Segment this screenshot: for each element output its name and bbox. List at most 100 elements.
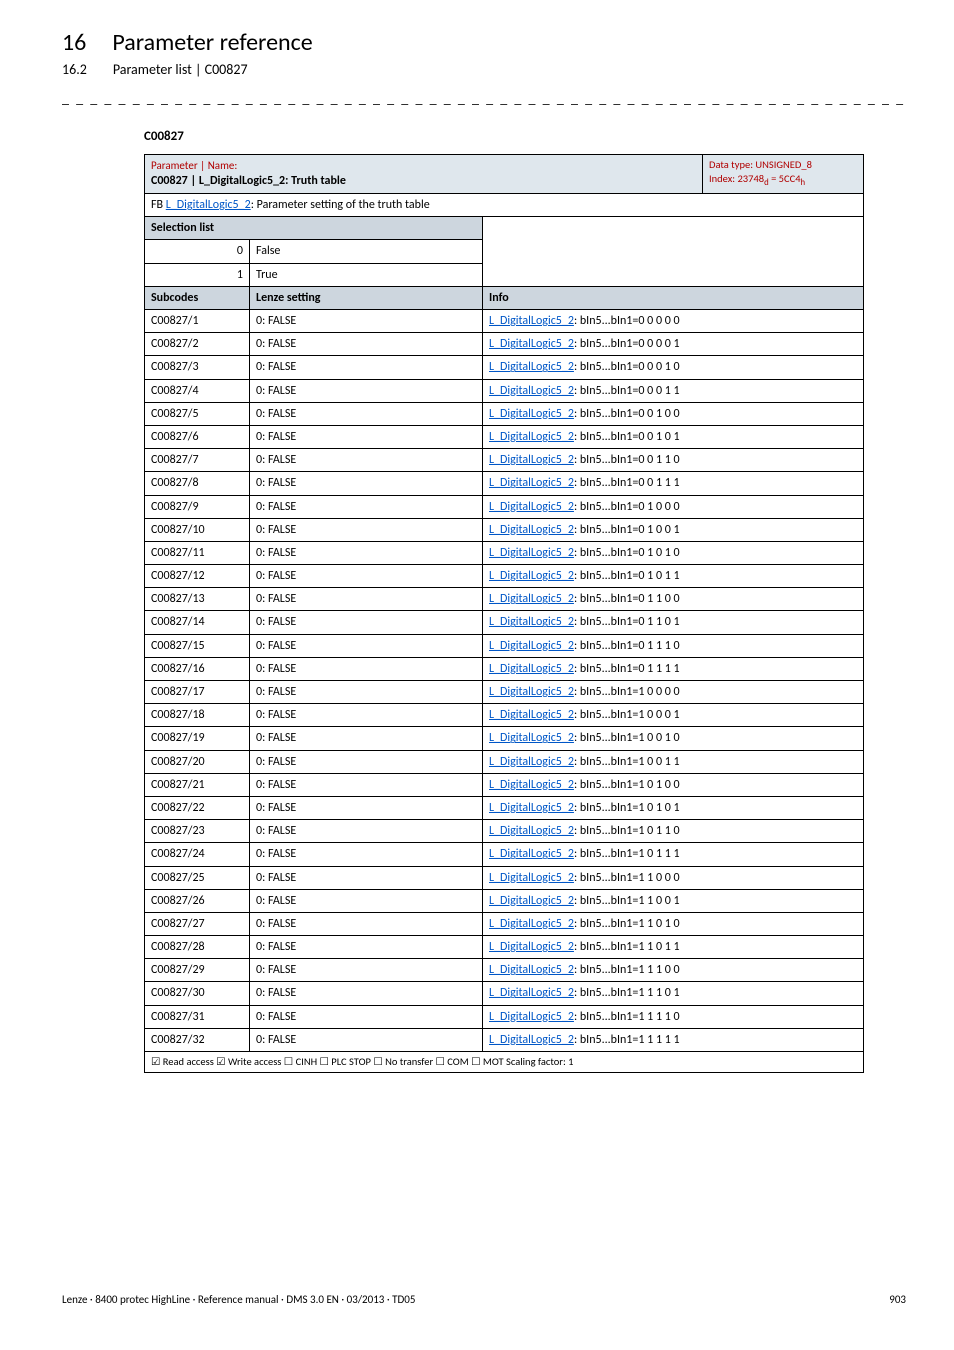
info-link[interactable]: L_DigitalLogic5_2 <box>489 615 574 629</box>
table-row: C00827/200: FALSEL_DigitalLogic5_2: bIn5… <box>145 750 864 773</box>
page-footer-right: 903 <box>889 1293 906 1306</box>
fb-prefix: FB <box>151 198 166 212</box>
info-link[interactable]: L_DigitalLogic5_2 <box>489 824 574 838</box>
table-row: C00827/300: FALSEL_DigitalLogic5_2: bIn5… <box>145 982 864 1005</box>
info-link[interactable]: L_DigitalLogic5_2 <box>489 1033 574 1047</box>
info-link[interactable]: L_DigitalLogic5_2 <box>489 523 574 537</box>
setting-cell: 0: FALSE <box>250 495 483 518</box>
table-row: C00827/280: FALSEL_DigitalLogic5_2: bIn5… <box>145 936 864 959</box>
info-cell: L_DigitalLogic5_2: bIn5...bIn1=0 1 0 0 0 <box>483 495 864 518</box>
setting-cell: 0: FALSE <box>250 402 483 425</box>
info-suffix: : bIn5...bIn1=1 0 0 0 0 <box>574 685 680 699</box>
setting-cell: 0: FALSE <box>250 773 483 796</box>
info-link[interactable]: L_DigitalLogic5_2 <box>489 569 574 583</box>
info-cell: L_DigitalLogic5_2: bIn5...bIn1=0 0 0 0 0 <box>483 310 864 333</box>
info-cell: L_DigitalLogic5_2: bIn5...bIn1=1 0 0 0 0 <box>483 681 864 704</box>
table-row: C00827/40: FALSEL_DigitalLogic5_2: bIn5.… <box>145 379 864 402</box>
table-row: C00827/140: FALSEL_DigitalLogic5_2: bIn5… <box>145 611 864 634</box>
info-link[interactable]: L_DigitalLogic5_2 <box>489 731 574 745</box>
info-link[interactable]: L_DigitalLogic5_2 <box>489 685 574 699</box>
info-link[interactable]: L_DigitalLogic5_2 <box>489 801 574 815</box>
table-row: C00827/80: FALSEL_DigitalLogic5_2: bIn5.… <box>145 472 864 495</box>
info-link[interactable]: L_DigitalLogic5_2 <box>489 708 574 722</box>
info-link[interactable]: L_DigitalLogic5_2 <box>489 662 574 676</box>
info-cell: L_DigitalLogic5_2: bIn5...bIn1=1 0 1 1 1 <box>483 843 864 866</box>
info-header: Info <box>483 286 864 309</box>
info-link[interactable]: L_DigitalLogic5_2 <box>489 778 574 792</box>
subcode-cell: C00827/24 <box>145 843 250 866</box>
table-row: C00827/260: FALSEL_DigitalLogic5_2: bIn5… <box>145 889 864 912</box>
info-link[interactable]: L_DigitalLogic5_2 <box>489 871 574 885</box>
info-cell: L_DigitalLogic5_2: bIn5...bIn1=0 1 0 1 1 <box>483 565 864 588</box>
info-link[interactable]: L_DigitalLogic5_2 <box>489 894 574 908</box>
info-cell: L_DigitalLogic5_2: bIn5...bIn1=1 0 1 1 0 <box>483 820 864 843</box>
table-row: C00827/70: FALSEL_DigitalLogic5_2: bIn5.… <box>145 449 864 472</box>
info-cell: L_DigitalLogic5_2: bIn5...bIn1=1 1 1 1 1 <box>483 1028 864 1051</box>
info-link[interactable]: L_DigitalLogic5_2 <box>489 755 574 769</box>
info-suffix: : bIn5...bIn1=0 1 0 0 1 <box>574 523 680 537</box>
info-link[interactable]: L_DigitalLogic5_2 <box>489 592 574 606</box>
info-suffix: : bIn5...bIn1=0 1 1 0 0 <box>574 592 680 606</box>
subcode-cell: C00827/17 <box>145 681 250 704</box>
info-link[interactable]: L_DigitalLogic5_2 <box>489 986 574 1000</box>
info-cell: L_DigitalLogic5_2: bIn5...bIn1=0 0 1 0 1 <box>483 425 864 448</box>
info-cell: L_DigitalLogic5_2: bIn5...bIn1=1 1 0 0 0 <box>483 866 864 889</box>
table-row: C00827/310: FALSEL_DigitalLogic5_2: bIn5… <box>145 1005 864 1028</box>
setting-cell: 0: FALSE <box>250 518 483 541</box>
info-link[interactable]: L_DigitalLogic5_2 <box>489 639 574 653</box>
datatype-line1: Data type: UNSIGNED_8 <box>709 158 812 171</box>
subcodes-header: Subcodes <box>145 286 250 309</box>
info-link[interactable]: L_DigitalLogic5_2 <box>489 940 574 954</box>
subcode-cell: C00827/27 <box>145 912 250 935</box>
subcode-cell: C00827/21 <box>145 773 250 796</box>
info-link[interactable]: L_DigitalLogic5_2 <box>489 453 574 467</box>
info-suffix: : bIn5...bIn1=1 0 1 1 1 <box>574 847 680 861</box>
info-suffix: : bIn5...bIn1=0 1 1 1 1 <box>574 662 680 676</box>
info-cell: L_DigitalLogic5_2: bIn5...bIn1=1 1 1 0 1 <box>483 982 864 1005</box>
info-link[interactable]: L_DigitalLogic5_2 <box>489 360 574 374</box>
fb-link[interactable]: L_DigitalLogic5_2 <box>166 198 251 212</box>
parameter-main: C00827 | L_DigitalLogic5_2: Truth table <box>151 174 346 188</box>
info-suffix: : bIn5...bIn1=0 1 1 1 0 <box>574 639 680 653</box>
info-cell: L_DigitalLogic5_2: bIn5...bIn1=1 0 1 0 1 <box>483 796 864 819</box>
table-row: C00827/190: FALSEL_DigitalLogic5_2: bIn5… <box>145 727 864 750</box>
selection-num: 1 <box>145 263 250 286</box>
info-link[interactable]: L_DigitalLogic5_2 <box>489 407 574 421</box>
table-row: C00827/150: FALSEL_DigitalLogic5_2: bIn5… <box>145 634 864 657</box>
info-link[interactable]: L_DigitalLogic5_2 <box>489 430 574 444</box>
table-row: C00827/160: FALSEL_DigitalLogic5_2: bIn5… <box>145 657 864 680</box>
info-link[interactable]: L_DigitalLogic5_2 <box>489 546 574 560</box>
table-row: C00827/30: FALSEL_DigitalLogic5_2: bIn5.… <box>145 356 864 379</box>
info-link[interactable]: L_DigitalLogic5_2 <box>489 847 574 861</box>
info-suffix: : bIn5...bIn1=0 0 1 0 1 <box>574 430 680 444</box>
selection-label: True <box>250 263 483 286</box>
info-link[interactable]: L_DigitalLogic5_2 <box>489 917 574 931</box>
info-link[interactable]: L_DigitalLogic5_2 <box>489 384 574 398</box>
setting-cell: 0: FALSE <box>250 541 483 564</box>
info-suffix: : bIn5...bIn1=0 1 0 1 0 <box>574 546 680 560</box>
info-link[interactable]: L_DigitalLogic5_2 <box>489 337 574 351</box>
info-cell: L_DigitalLogic5_2: bIn5...bIn1=1 0 0 1 0 <box>483 727 864 750</box>
info-cell: L_DigitalLogic5_2: bIn5...bIn1=0 0 1 1 0 <box>483 449 864 472</box>
parameter-name-cell: Parameter | Name: C00827 | L_DigitalLogi… <box>145 155 703 194</box>
setting-cell: 0: FALSE <box>250 588 483 611</box>
info-link[interactable]: L_DigitalLogic5_2 <box>489 500 574 514</box>
setting-cell: 0: FALSE <box>250 379 483 402</box>
info-suffix: : bIn5...bIn1=0 1 0 1 1 <box>574 569 680 583</box>
info-cell: L_DigitalLogic5_2: bIn5...bIn1=1 0 1 0 0 <box>483 773 864 796</box>
info-cell: L_DigitalLogic5_2: bIn5...bIn1=0 1 1 1 0 <box>483 634 864 657</box>
setting-cell: 0: FALSE <box>250 565 483 588</box>
info-suffix: : bIn5...bIn1=1 0 1 0 0 <box>574 778 680 792</box>
info-suffix: : bIn5...bIn1=0 0 0 1 0 <box>574 360 680 374</box>
info-cell: L_DigitalLogic5_2: bIn5...bIn1=0 0 0 1 0 <box>483 356 864 379</box>
subcode-cell: C00827/26 <box>145 889 250 912</box>
subcode-cell: C00827/16 <box>145 657 250 680</box>
setting-cell: 0: FALSE <box>250 310 483 333</box>
table-row: C00827/320: FALSEL_DigitalLogic5_2: bIn5… <box>145 1028 864 1051</box>
info-link[interactable]: L_DigitalLogic5_2 <box>489 963 574 977</box>
info-link[interactable]: L_DigitalLogic5_2 <box>489 1010 574 1024</box>
info-suffix: : bIn5...bIn1=0 0 0 0 0 <box>574 314 680 328</box>
info-link[interactable]: L_DigitalLogic5_2 <box>489 314 574 328</box>
info-link[interactable]: L_DigitalLogic5_2 <box>489 476 574 490</box>
info-suffix: : bIn5...bIn1=1 1 1 1 0 <box>574 1010 680 1024</box>
